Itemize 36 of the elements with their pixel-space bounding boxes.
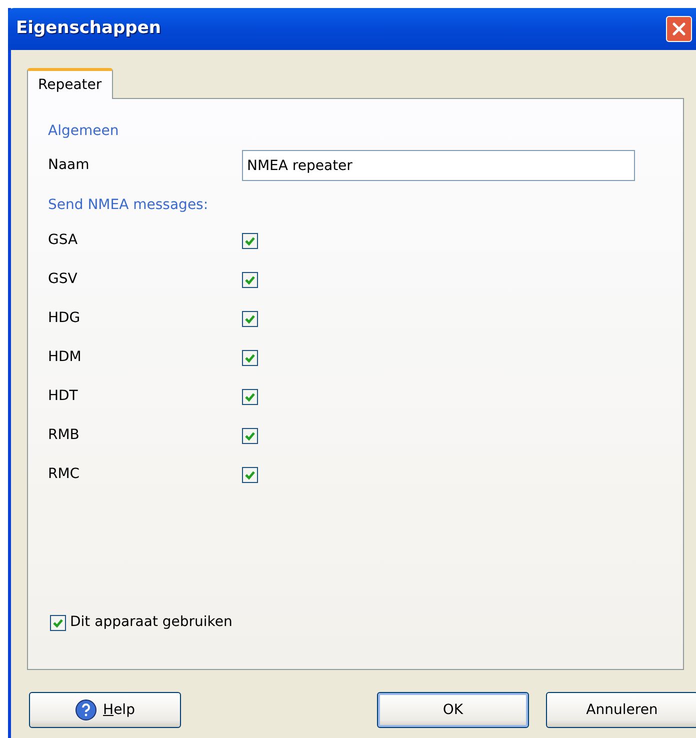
tab[interactable]: Repeater bbox=[27, 68, 113, 99]
help-button[interactable]: Help bbox=[29, 692, 181, 728]
section-heading: Algemeen bbox=[48, 122, 120, 141]
field-label: RMB bbox=[48, 426, 80, 445]
checkbox[interactable] bbox=[242, 428, 258, 444]
help-icon bbox=[75, 699, 98, 721]
section-heading: Send NMEA messages: bbox=[48, 196, 210, 215]
check-icon bbox=[244, 352, 256, 364]
checkbox[interactable] bbox=[242, 272, 258, 288]
check-icon bbox=[244, 430, 256, 442]
checkbox[interactable] bbox=[242, 388, 258, 404]
check-icon bbox=[244, 312, 256, 324]
field-label: Naam bbox=[48, 156, 90, 175]
checkbox[interactable] bbox=[242, 350, 258, 366]
ok-button[interactable]: OK bbox=[377, 692, 529, 728]
name-field[interactable]: NMEA repeater bbox=[242, 150, 635, 181]
field-label: HDM bbox=[48, 348, 82, 367]
check-icon bbox=[244, 468, 256, 480]
check-icon bbox=[244, 390, 256, 402]
check-icon bbox=[244, 274, 256, 286]
check-icon bbox=[52, 616, 64, 628]
field-label: GSV bbox=[48, 270, 78, 289]
field-label: RMC bbox=[48, 465, 81, 484]
checkbox[interactable] bbox=[242, 466, 258, 482]
window-title: Eigenschappen bbox=[16, 17, 161, 40]
checkbox[interactable] bbox=[50, 614, 66, 630]
checkbox-label: Dit apparaat gebruiken bbox=[70, 613, 232, 632]
close-icon bbox=[671, 21, 687, 37]
close-button[interactable] bbox=[666, 16, 692, 42]
cancel-button[interactable]: Annuleren bbox=[546, 692, 696, 728]
field-label: GSA bbox=[48, 231, 79, 250]
checkbox[interactable] bbox=[242, 310, 258, 326]
checkbox[interactable] bbox=[242, 232, 258, 248]
field-label: HDT bbox=[48, 387, 79, 406]
field-label: HDG bbox=[48, 309, 82, 328]
check-icon bbox=[244, 234, 256, 246]
